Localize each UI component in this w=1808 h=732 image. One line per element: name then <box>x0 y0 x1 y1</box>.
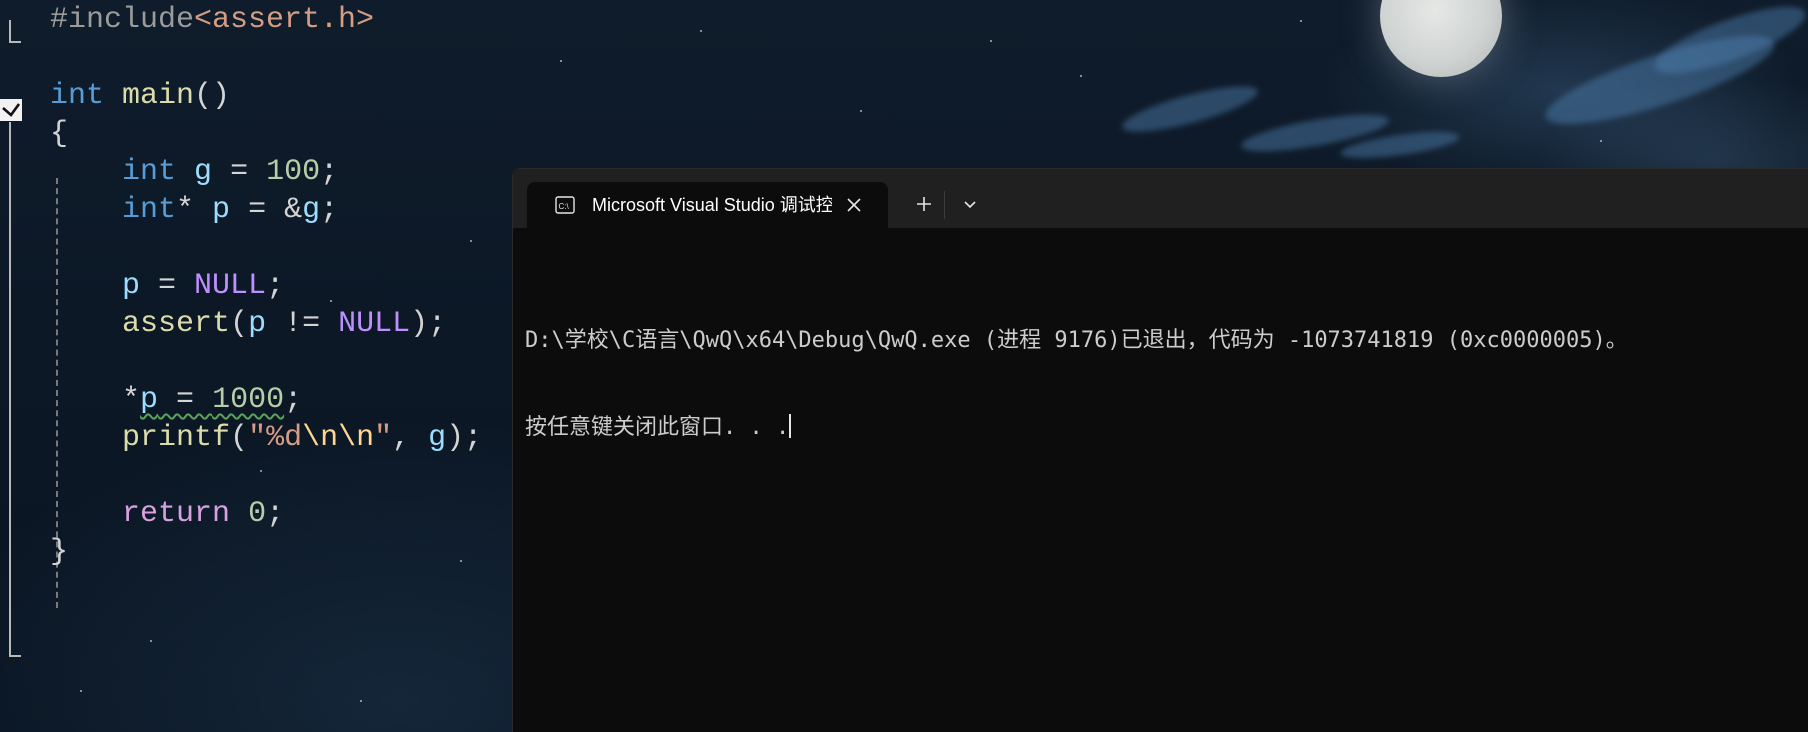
code-token: 1000 <box>212 383 285 417</box>
code-token: printf <box>122 421 231 455</box>
output-line-exit-message: D:\学校\C语言\QwQ\x64\Debug\QwQ.exe (进程 9176… <box>525 328 1628 353</box>
code-token: g <box>302 193 321 227</box>
code-token: } <box>50 535 69 569</box>
code-token: ); <box>410 307 447 341</box>
code-token: return <box>122 497 231 531</box>
code-token: * <box>176 193 213 227</box>
debug-console-window[interactable]: C:\ Microsoft Visual Studio 调试控 D:\学校\C语… <box>512 168 1808 732</box>
star <box>860 110 862 112</box>
code-token: , <box>392 421 429 455</box>
tab-title: Microsoft Visual Studio 调试控 <box>592 195 832 215</box>
star <box>1600 140 1602 142</box>
terminal-output[interactable]: D:\学校\C语言\QwQ\x64\Debug\QwQ.exe (进程 9176… <box>525 268 1795 500</box>
code-token: p <box>122 269 141 303</box>
code-token: ); <box>446 421 483 455</box>
star <box>1300 20 1302 22</box>
code-editor[interactable]: #include<assert.h> int main(){ int g = 10… <box>0 0 520 732</box>
code-line: #include<assert.h> <box>50 0 374 40</box>
code-line: int g = 100; <box>50 152 338 192</box>
code-token: ; <box>320 155 339 189</box>
include-fold-guide <box>9 20 11 43</box>
press-key-text: 按任意键关闭此窗口. . . <box>525 415 790 440</box>
code-token: () <box>194 79 231 113</box>
code-token: NULL <box>194 269 267 303</box>
code-token: int <box>122 193 177 227</box>
code-token: = <box>158 383 213 417</box>
code-token: "%d <box>248 421 303 455</box>
code-token: = <box>212 155 267 189</box>
code-token: = & <box>230 193 303 227</box>
code-token: int <box>122 155 177 189</box>
console-titlebar[interactable]: C:\ Microsoft Visual Studio 调试控 <box>513 169 1808 228</box>
code-line: { <box>50 114 68 154</box>
close-icon[interactable] <box>845 196 863 214</box>
code-line: } <box>50 532 68 572</box>
output-line-press-key: 按任意键关闭此窗口. . . <box>525 413 1795 442</box>
code-token: = <box>140 269 195 303</box>
code-line: int main() <box>50 76 230 116</box>
code-token: <assert.h> <box>194 3 375 37</box>
code-line: assert(p != NULL); <box>50 304 446 344</box>
code-token: * <box>122 383 141 417</box>
tab-debug-console[interactable]: C:\ Microsoft Visual Studio 调试控 <box>527 182 888 228</box>
tab-dropdown-button[interactable] <box>953 189 987 219</box>
code-line: *p = 1000; <box>50 380 302 420</box>
code-token: ; <box>320 193 339 227</box>
desktop-background: #include<assert.h> int main(){ int g = 10… <box>0 0 1808 732</box>
code-token: 0 <box>248 497 267 531</box>
code-token: int <box>50 79 105 113</box>
moon-image <box>1380 0 1502 77</box>
new-tab-button[interactable] <box>904 189 944 219</box>
code-token: ; <box>266 269 285 303</box>
code-line: int* p = &g; <box>50 190 338 230</box>
code-line: p = NULL; <box>50 266 284 306</box>
code-token: != <box>266 307 339 341</box>
code-token: #include <box>50 3 195 37</box>
cloud-image <box>1118 77 1262 141</box>
main-fold-guide <box>9 122 11 657</box>
chevron-down-icon <box>964 201 976 209</box>
code-token: ; <box>266 497 285 531</box>
tab-separator <box>944 191 945 219</box>
code-token: main <box>122 79 195 113</box>
code-token: NULL <box>338 307 411 341</box>
checkmark-icon <box>2 103 21 117</box>
star <box>990 40 992 42</box>
code-token: ( <box>230 421 249 455</box>
code-token: p <box>212 193 231 227</box>
code-token: ; <box>284 383 303 417</box>
code-token: 100 <box>266 155 321 189</box>
text-cursor <box>789 414 792 438</box>
code-token: { <box>50 117 69 151</box>
code-token: " <box>374 421 393 455</box>
svg-text:C:\: C:\ <box>559 202 570 211</box>
star <box>700 30 702 32</box>
code-token: assert <box>122 307 231 341</box>
code-token: ( <box>230 307 249 341</box>
code-line: return 0; <box>50 494 284 534</box>
code-token: g <box>428 421 447 455</box>
star <box>560 60 562 62</box>
plus-icon <box>917 197 931 211</box>
code-line: printf("%d\n\n", g); <box>50 418 482 458</box>
code-token: g <box>194 155 213 189</box>
code-token: \n\n <box>302 421 375 455</box>
code-token: p <box>248 307 267 341</box>
include-fold-guide-end <box>9 41 21 43</box>
console-icon: C:\ <box>555 196 575 214</box>
main-fold-guide-end <box>9 655 21 657</box>
fold-toggle-button[interactable] <box>0 99 22 121</box>
code-token: p <box>140 383 159 417</box>
star <box>1080 75 1082 77</box>
